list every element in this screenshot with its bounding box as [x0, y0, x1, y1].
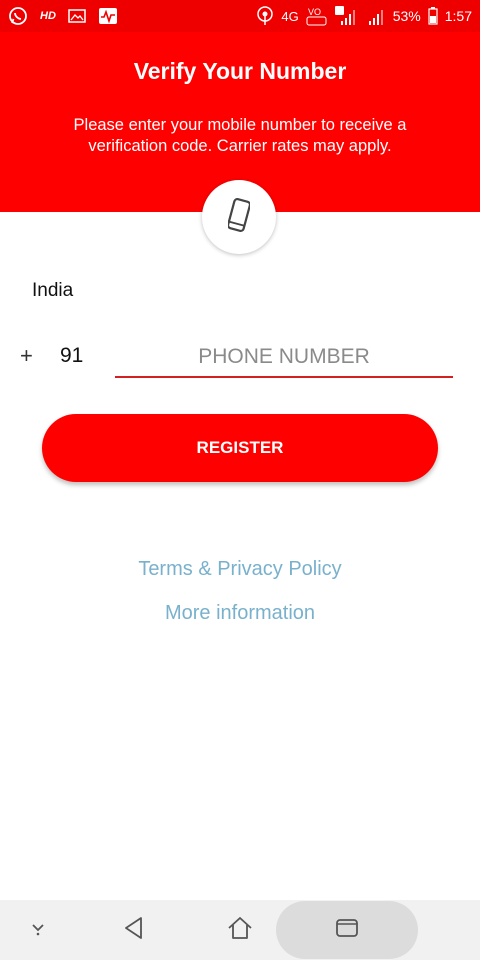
hotspot-icon	[256, 6, 274, 26]
activity-icon	[98, 7, 118, 25]
plus-sign: +	[20, 343, 33, 368]
phone-number-input[interactable]	[115, 338, 453, 378]
back-button[interactable]	[114, 900, 154, 960]
home-button[interactable]	[220, 900, 260, 960]
whatsapp-icon	[8, 6, 28, 26]
country-code[interactable]: 91	[60, 344, 83, 368]
svg-text:VO: VO	[308, 7, 321, 17]
home-icon	[227, 916, 253, 945]
volte-icon: VO	[306, 6, 328, 26]
country-selector[interactable]: India	[32, 280, 73, 302]
signal-sim2-icon	[364, 6, 386, 26]
more-information-link[interactable]: More information	[0, 602, 480, 625]
back-icon	[123, 916, 145, 945]
network-type: 4G	[281, 8, 299, 24]
register-button[interactable]: REGISTER	[42, 414, 438, 482]
smartphone-icon	[226, 197, 252, 237]
recent-apps-icon	[335, 918, 359, 943]
status-bar: HD 4G VO 53% 1:57	[0, 0, 480, 32]
signal-sim1-icon	[334, 6, 357, 26]
hide-keyboard-icon	[29, 919, 47, 942]
country-code-row: + 91	[20, 343, 83, 369]
recent-apps-button[interactable]	[276, 901, 418, 959]
page-title: Verify Your Number	[133, 58, 347, 84]
hd-icon: HD	[40, 10, 56, 22]
clock: 1:57	[444, 8, 472, 24]
navigation-bar	[0, 900, 480, 960]
status-bar-left: HD	[8, 6, 118, 26]
status-bar-right: 4G VO 53% 1:57	[256, 6, 472, 26]
hide-keyboard-button[interactable]	[18, 900, 58, 960]
battery-percent: 53%	[392, 8, 421, 24]
image-icon	[68, 8, 86, 24]
battery-icon	[428, 7, 438, 25]
terms-privacy-link[interactable]: Terms & Privacy Policy	[0, 558, 480, 581]
phone-badge	[202, 180, 276, 254]
page-subtitle: Please enter your mobile number to recei…	[73, 116, 407, 155]
